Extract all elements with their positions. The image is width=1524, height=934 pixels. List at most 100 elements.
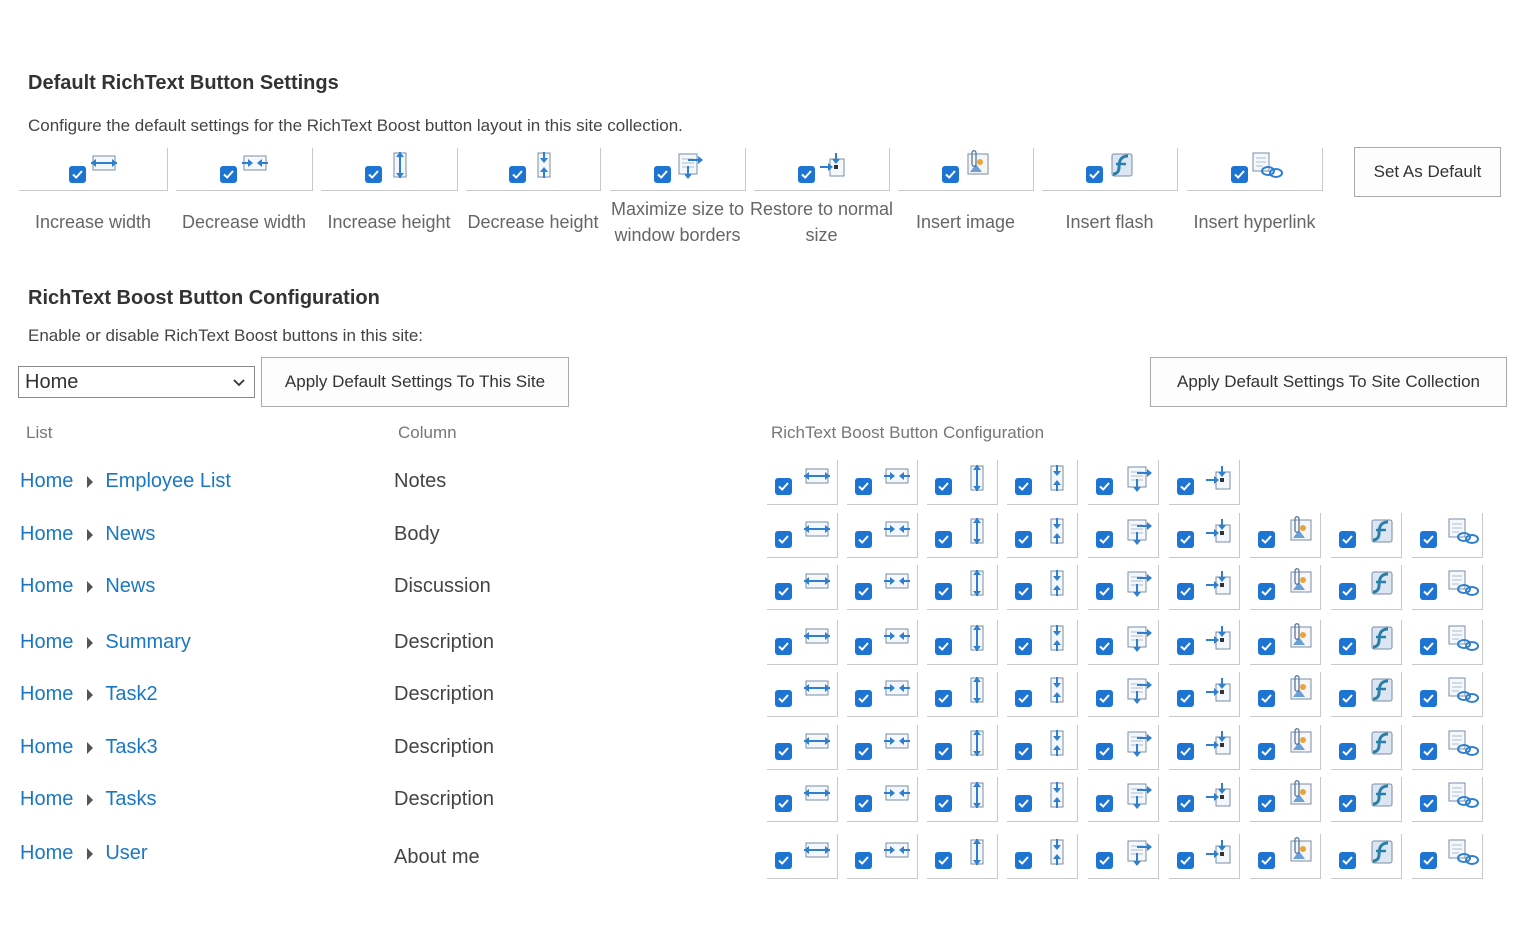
config-button-checkbox[interactable] [1096, 478, 1113, 495]
config-button-checkbox[interactable] [855, 743, 872, 760]
config-button-checkbox[interactable] [775, 690, 792, 707]
config-button-checkbox[interactable] [1015, 795, 1032, 812]
config-button-checkbox[interactable] [1177, 852, 1194, 869]
config-button-checkbox[interactable] [855, 531, 872, 548]
config-button-checkbox[interactable] [1177, 583, 1194, 600]
config-button-checkbox[interactable] [935, 743, 952, 760]
default-button-checkbox[interactable] [509, 166, 526, 183]
default-button-checkbox[interactable] [69, 166, 86, 183]
config-button-checkbox[interactable] [1177, 690, 1194, 707]
site-link[interactable]: Home [20, 523, 73, 546]
config-button-checkbox[interactable] [1339, 583, 1356, 600]
config-button-checkbox[interactable] [1015, 478, 1032, 495]
default-button-checkbox[interactable] [653, 166, 671, 183]
config-button-checkbox[interactable] [935, 531, 952, 548]
config-button-checkbox[interactable] [775, 743, 792, 760]
config-button-checkbox[interactable] [855, 638, 872, 655]
set-as-default-button[interactable]: Set As Default [1354, 147, 1501, 197]
site-link[interactable]: Home [20, 470, 73, 493]
config-button-checkbox[interactable] [1420, 531, 1437, 548]
config-button-checkbox[interactable] [1339, 638, 1356, 655]
config-button-checkbox[interactable] [1177, 531, 1194, 548]
default-button-checkbox[interactable] [365, 166, 382, 183]
config-button-checkbox[interactable] [1258, 638, 1275, 655]
config-button-checkbox[interactable] [1258, 690, 1275, 707]
config-button-checkbox[interactable] [1339, 852, 1356, 869]
config-button-checkbox[interactable] [1096, 690, 1113, 707]
config-button-checkbox[interactable] [1339, 531, 1356, 548]
config-button-checkbox[interactable] [1420, 583, 1437, 600]
site-link[interactable]: Home [20, 683, 73, 706]
config-button-checkbox[interactable] [935, 852, 952, 869]
list-link[interactable]: Employee List [105, 470, 231, 493]
config-button-checkbox[interactable] [935, 690, 952, 707]
config-button-checkbox[interactable] [855, 478, 872, 495]
config-button-checkbox[interactable] [1258, 583, 1275, 600]
config-button-checkbox[interactable] [775, 531, 792, 548]
config-button-checkbox[interactable] [855, 852, 872, 869]
config-button-checkbox[interactable] [1096, 583, 1113, 600]
config-button-checkbox[interactable] [1339, 795, 1356, 812]
config-button-checkbox[interactable] [1258, 743, 1275, 760]
default-button-checkbox[interactable] [220, 166, 237, 183]
config-button-checkbox[interactable] [775, 852, 792, 869]
config-button-checkbox[interactable] [1258, 531, 1275, 548]
config-button-checkbox[interactable] [1420, 852, 1437, 869]
config-button-checkbox[interactable] [775, 583, 792, 600]
site-link[interactable]: Home [20, 631, 73, 654]
config-button-checkbox[interactable] [1177, 795, 1194, 812]
default-button-checkbox[interactable] [1085, 166, 1103, 183]
config-button-checkbox[interactable] [1096, 795, 1113, 812]
config-button-checkbox[interactable] [1015, 690, 1032, 707]
site-link[interactable]: Home [20, 788, 73, 811]
column-name: Description [394, 683, 495, 705]
default-button-checkbox[interactable] [1230, 166, 1248, 183]
config-button-checkbox[interactable] [1015, 852, 1032, 869]
list-link[interactable]: Summary [105, 631, 191, 654]
config-button-checkbox[interactable] [855, 795, 872, 812]
site-select[interactable]: Home [18, 366, 255, 398]
config-button-checkbox[interactable] [775, 638, 792, 655]
insert-flash-icon [1364, 728, 1398, 758]
default-button-checkbox[interactable] [941, 166, 959, 183]
apply-collection-button[interactable]: Apply Default Settings To Site Collectio… [1150, 357, 1507, 407]
config-button-checkbox[interactable] [1420, 795, 1437, 812]
config-button-checkbox[interactable] [1177, 638, 1194, 655]
config-button-checkbox[interactable] [1096, 852, 1113, 869]
list-link[interactable]: Task2 [105, 683, 157, 706]
config-button-checkbox[interactable] [775, 795, 792, 812]
list-link[interactable]: Task3 [105, 736, 157, 759]
config-button-checkbox[interactable] [1096, 638, 1113, 655]
config-button-checkbox[interactable] [935, 795, 952, 812]
site-link[interactable]: Home [20, 736, 73, 759]
list-link[interactable]: News [105, 523, 155, 546]
config-button-checkbox[interactable] [935, 478, 952, 495]
site-link[interactable]: Home [20, 575, 73, 598]
config-button-checkbox[interactable] [1258, 852, 1275, 869]
config-button-checkbox[interactable] [775, 478, 792, 495]
config-button-checkbox[interactable] [855, 583, 872, 600]
config-button-checkbox[interactable] [1420, 743, 1437, 760]
default-button-checkbox[interactable] [797, 166, 815, 183]
config-button-checkbox[interactable] [1420, 638, 1437, 655]
apply-site-button[interactable]: Apply Default Settings To This Site [261, 357, 569, 407]
config-button-checkbox[interactable] [1177, 478, 1194, 495]
config-button-checkbox[interactable] [1015, 583, 1032, 600]
config-button-checkbox[interactable] [935, 583, 952, 600]
list-link[interactable]: News [105, 575, 155, 598]
config-button-checkbox[interactable] [1015, 743, 1032, 760]
list-link[interactable]: User [105, 842, 147, 865]
config-button-checkbox[interactable] [1177, 743, 1194, 760]
config-button-checkbox[interactable] [935, 638, 952, 655]
config-button-checkbox[interactable] [1339, 690, 1356, 707]
config-button-checkbox[interactable] [1258, 795, 1275, 812]
config-button-checkbox[interactable] [855, 690, 872, 707]
config-button-checkbox[interactable] [1339, 743, 1356, 760]
config-button-checkbox[interactable] [1015, 638, 1032, 655]
config-button-checkbox[interactable] [1420, 690, 1437, 707]
config-button-checkbox[interactable] [1096, 531, 1113, 548]
config-button-checkbox[interactable] [1015, 531, 1032, 548]
config-button-checkbox[interactable] [1096, 743, 1113, 760]
list-link[interactable]: Tasks [105, 788, 156, 811]
site-link[interactable]: Home [20, 842, 73, 865]
